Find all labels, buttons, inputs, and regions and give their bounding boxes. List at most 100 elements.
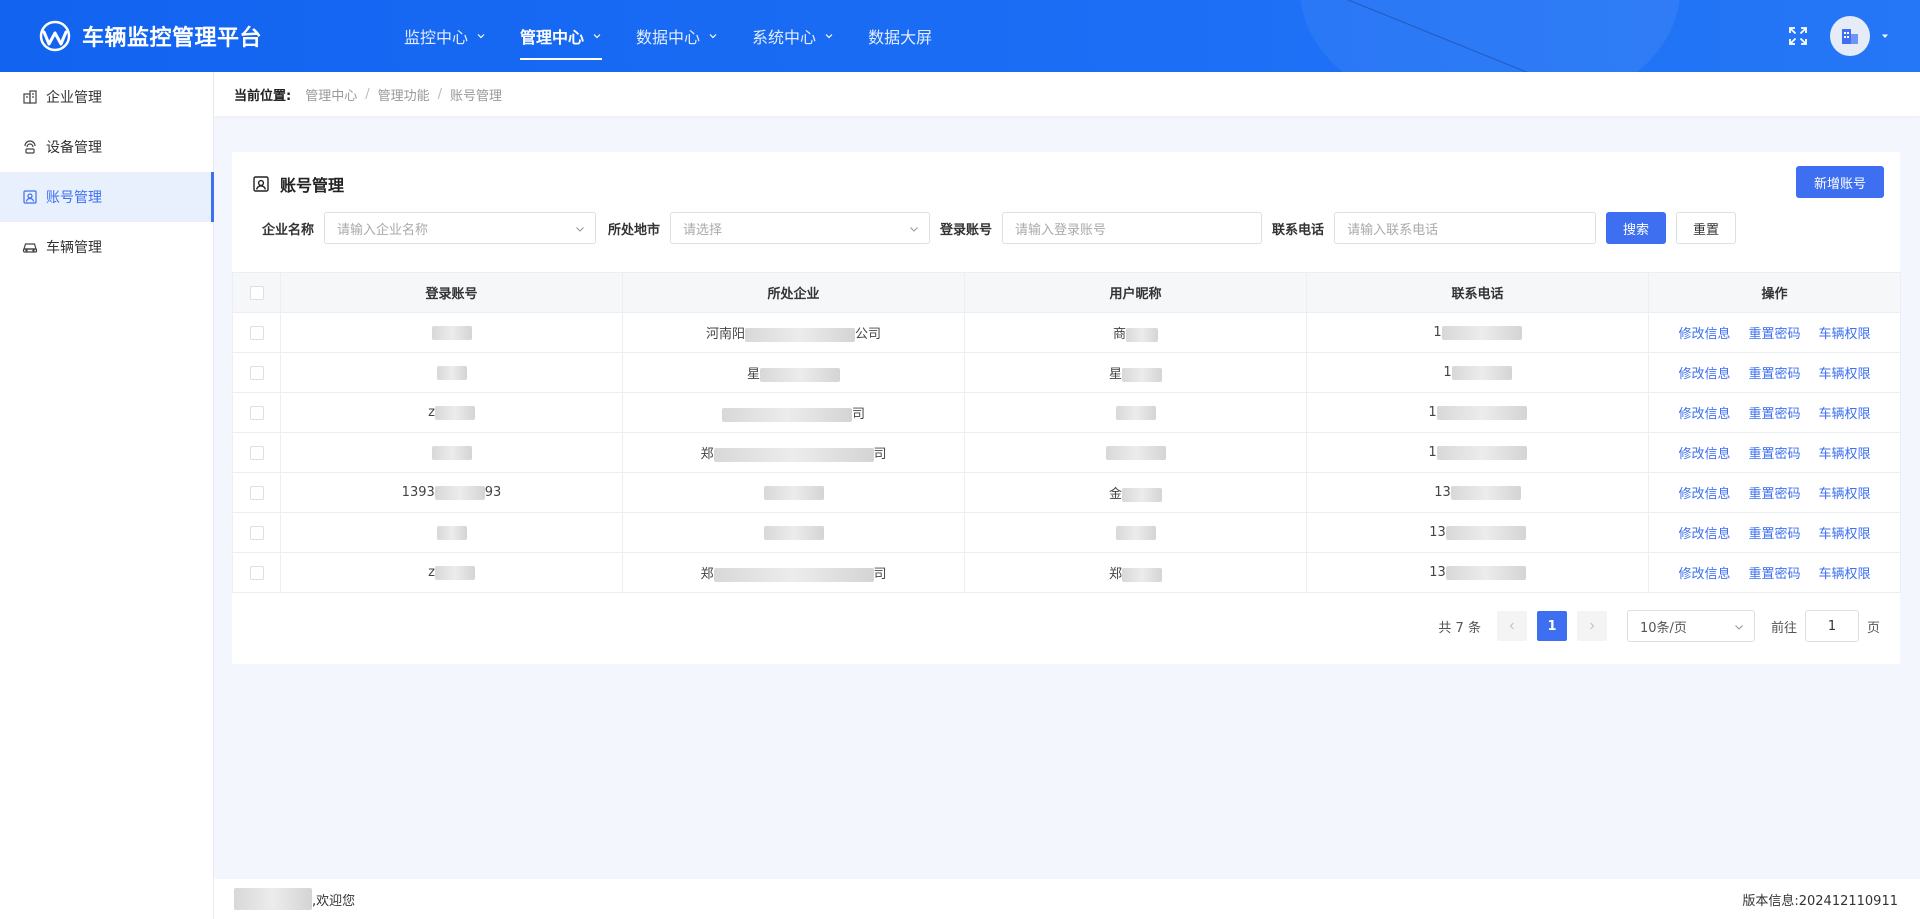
nav-management-center[interactable]: 管理中心 [506, 0, 616, 72]
nav-monitor-center[interactable]: 监控中心 [390, 0, 500, 72]
company-text: 星 [746, 367, 760, 382]
edit-info-link[interactable]: 修改信息 [1678, 367, 1730, 382]
breadcrumb-item[interactable]: 管理中心 [305, 85, 357, 104]
chevron-down-icon [709, 34, 717, 39]
sidebar-item-company-management[interactable]: 企业管理 [0, 72, 213, 122]
prev-page-button[interactable] [1496, 611, 1527, 641]
edit-info-link[interactable]: 修改信息 [1678, 447, 1730, 462]
redacted-block [434, 485, 485, 500]
reset-password-link[interactable]: 重置密码 [1748, 487, 1800, 502]
nav-data-screen[interactable]: 数据大屏 [854, 0, 946, 72]
company-name-select[interactable]: 请输入企业名称 [324, 212, 597, 244]
phone-cell: 1 [1306, 352, 1649, 393]
nav-label: 数据大屏 [868, 28, 933, 47]
header-decoration [1300, 0, 1680, 72]
filter-bar: 企业名称 请输入企业名称 所处地市 请选择 登录账号 请输入登录账号 联系电话 … [262, 212, 1737, 244]
reset-password-link[interactable]: 重置密码 [1748, 407, 1800, 422]
chevron-down-icon [1735, 625, 1743, 630]
reset-password-link[interactable]: 重置密码 [1748, 327, 1800, 342]
page-number-current[interactable]: 1 [1536, 611, 1567, 641]
phone-input[interactable]: 请输入联系电话 [1334, 212, 1597, 244]
row-checkbox[interactable] [249, 565, 264, 580]
reset-button[interactable]: 重置 [1676, 212, 1737, 244]
checkbox-cell [232, 552, 281, 593]
edit-info-link[interactable]: 修改信息 [1678, 567, 1730, 582]
sidebar-item-label: 设备管理 [46, 140, 102, 156]
card-title-text: 账号管理 [280, 176, 345, 195]
row-checkbox[interactable] [249, 325, 264, 340]
table-row: 河南阳 公司 商 1 修改信息 重置密码 车辆权限 [232, 312, 1901, 353]
vehicle-permission-link[interactable]: 车辆权限 [1819, 447, 1871, 462]
nickname-cell: 星 [964, 352, 1307, 393]
breadcrumb-item[interactable]: 管理功能 [378, 85, 430, 104]
edit-info-link[interactable]: 修改信息 [1678, 407, 1730, 422]
sidebar-item-vehicle-management[interactable]: 车辆管理 [0, 222, 213, 272]
phone-placeholder: 请输入联系电话 [1347, 222, 1439, 238]
select-all-checkbox[interactable] [249, 285, 264, 300]
vehicle-permission-link[interactable]: 车辆权限 [1819, 487, 1871, 502]
chevron-down-icon [593, 34, 601, 39]
table-row: z 司 1 修改信息 重置密码 车辆权限 [232, 392, 1901, 433]
company-text: 郑 [700, 567, 714, 582]
vehicle-permission-link[interactable]: 车辆权限 [1819, 327, 1871, 342]
vehicle-permission-link[interactable]: 车辆权限 [1819, 567, 1871, 582]
page-size-select[interactable]: 10条/页 [1626, 610, 1755, 642]
vehicle-permission-link[interactable]: 车辆权限 [1819, 527, 1871, 542]
goto-page-input[interactable]: 1 [1804, 610, 1859, 642]
table-header-row: 登录账号 所处企业 用户昵称 联系电话 操作 [232, 272, 1901, 313]
region-select[interactable]: 请选择 [670, 212, 931, 244]
company-cell: 郑司 [622, 552, 965, 593]
company-suffix: 司 [851, 407, 865, 422]
next-page-button[interactable] [1576, 611, 1607, 641]
column-header: 联系电话 [1306, 272, 1649, 313]
chevron-right-icon [1590, 622, 1595, 630]
redacted-block [1441, 325, 1522, 340]
nickname-text: 星 [1108, 367, 1122, 382]
checkbox-cell [232, 512, 281, 553]
nav-data-center[interactable]: 数据中心 [622, 0, 732, 72]
row-checkbox[interactable] [249, 445, 264, 460]
caret-down-icon[interactable] [1880, 31, 1890, 41]
redacted-block [1115, 525, 1156, 540]
table-row: 郑司 1 修改信息 重置密码 车辆权限 [232, 432, 1901, 473]
nav-label: 数据中心 [636, 28, 701, 47]
vehicle-permission-link[interactable]: 车辆权限 [1819, 407, 1871, 422]
chevron-down-icon [825, 34, 833, 39]
brand[interactable]: 车辆监控管理平台 [38, 18, 262, 54]
actions-cell: 修改信息 重置密码 车辆权限 [1648, 512, 1901, 553]
row-checkbox[interactable] [249, 365, 264, 380]
redacted-block [721, 407, 852, 422]
company-cell: 郑司 [622, 432, 965, 473]
search-button[interactable]: 搜索 [1606, 212, 1667, 244]
login-account-cell [280, 512, 623, 553]
login-account-input[interactable]: 请输入登录账号 [1002, 212, 1263, 244]
reset-password-link[interactable]: 重置密码 [1748, 367, 1800, 382]
login-account-cell: z [280, 552, 623, 593]
sidebar-item-device-management[interactable]: 设备管理 [0, 122, 213, 172]
sidebar-item-account-management[interactable]: 账号管理 [0, 172, 214, 222]
add-account-button[interactable]: 新增账号 [1796, 166, 1884, 198]
fullscreen-icon[interactable] [1788, 26, 1808, 46]
table-row: 星 星 1 修改信息 重置密码 车辆权限 [232, 352, 1901, 393]
row-checkbox[interactable] [249, 405, 264, 420]
nav-system-center[interactable]: 系统中心 [738, 0, 848, 72]
edit-info-link[interactable]: 修改信息 [1678, 487, 1730, 502]
phone-cell: 1 [1306, 392, 1649, 433]
login-account-text: z [428, 405, 435, 420]
reset-password-link[interactable]: 重置密码 [1748, 567, 1800, 582]
edit-info-link[interactable]: 修改信息 [1678, 327, 1730, 342]
row-checkbox[interactable] [249, 525, 264, 540]
reset-password-link[interactable]: 重置密码 [1748, 527, 1800, 542]
company-suffix: 公司 [855, 327, 882, 342]
redacted-block [1105, 445, 1166, 460]
breadcrumb: 当前位置: 管理中心 / 管理功能 / 账号管理 [214, 72, 1920, 116]
reset-password-link[interactable]: 重置密码 [1748, 447, 1800, 462]
column-header: 用户昵称 [964, 272, 1307, 313]
edit-info-link[interactable]: 修改信息 [1678, 527, 1730, 542]
card-title: 账号管理 [252, 172, 344, 196]
row-checkbox[interactable] [249, 485, 264, 500]
login-account-placeholder: 请输入登录账号 [1015, 222, 1107, 238]
vehicle-permission-link[interactable]: 车辆权限 [1819, 367, 1871, 382]
login-account-cell: 1393 93 [280, 472, 623, 513]
avatar[interactable] [1830, 16, 1870, 56]
